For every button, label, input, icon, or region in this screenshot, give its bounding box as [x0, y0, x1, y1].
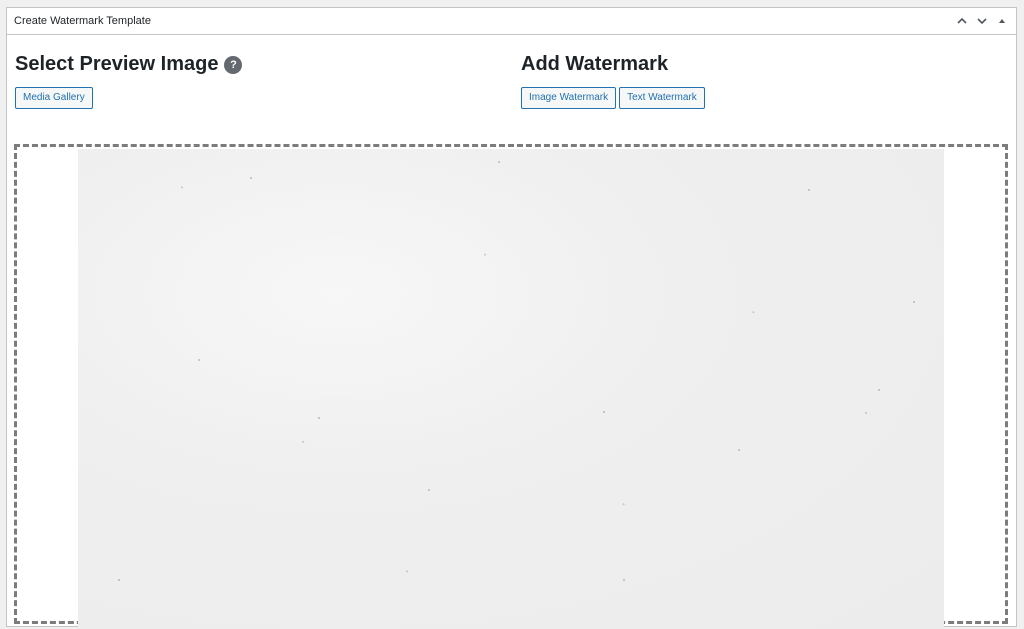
chevron-up-icon[interactable]: [955, 14, 969, 28]
texture-speck: [250, 177, 252, 179]
watermark-buttons: Image Watermark Text Watermark: [521, 87, 705, 109]
texture-speck: [428, 489, 430, 491]
texture-speck: [623, 579, 625, 581]
metabox-columns: Select Preview Image ? Media Gallery Add…: [7, 35, 1016, 135]
select-preview-heading: Select Preview Image ?: [15, 52, 243, 76]
preview-image: [78, 149, 944, 629]
preview-buttons: Media Gallery: [15, 87, 242, 109]
add-watermark-heading: Add Watermark: [521, 53, 669, 75]
texture-speck: [603, 411, 605, 413]
texture-speck: [498, 161, 500, 163]
texture-speck: [738, 449, 740, 451]
caret-up-icon[interactable]: [995, 14, 1009, 28]
texture-speck: [913, 301, 915, 303]
texture-speck: [198, 359, 200, 361]
media-gallery-button[interactable]: Media Gallery: [15, 87, 93, 109]
metabox-title: Create Watermark Template: [14, 15, 151, 27]
preview-image-section: Select Preview Image ? Media Gallery: [15, 52, 243, 109]
watermark-template-metabox: Create Watermark Template Select Preview…: [6, 7, 1017, 629]
add-watermark-section: Add Watermark Image Watermark Text Water…: [521, 52, 705, 109]
text-watermark-button[interactable]: Text Watermark: [619, 87, 705, 109]
texture-speck: [808, 189, 810, 191]
metabox-controls: [955, 14, 1009, 28]
preview-drop-area[interactable]: [14, 144, 1008, 629]
chevron-down-icon[interactable]: [975, 14, 989, 28]
texture-speck: [878, 389, 880, 391]
help-icon[interactable]: ?: [224, 56, 243, 74]
metabox-header: Create Watermark Template: [7, 8, 1016, 35]
image-watermark-button[interactable]: Image Watermark: [521, 87, 617, 109]
select-preview-heading-text: Select Preview Image: [15, 53, 219, 75]
texture-speck: [318, 417, 320, 419]
texture-speck: [118, 579, 120, 581]
